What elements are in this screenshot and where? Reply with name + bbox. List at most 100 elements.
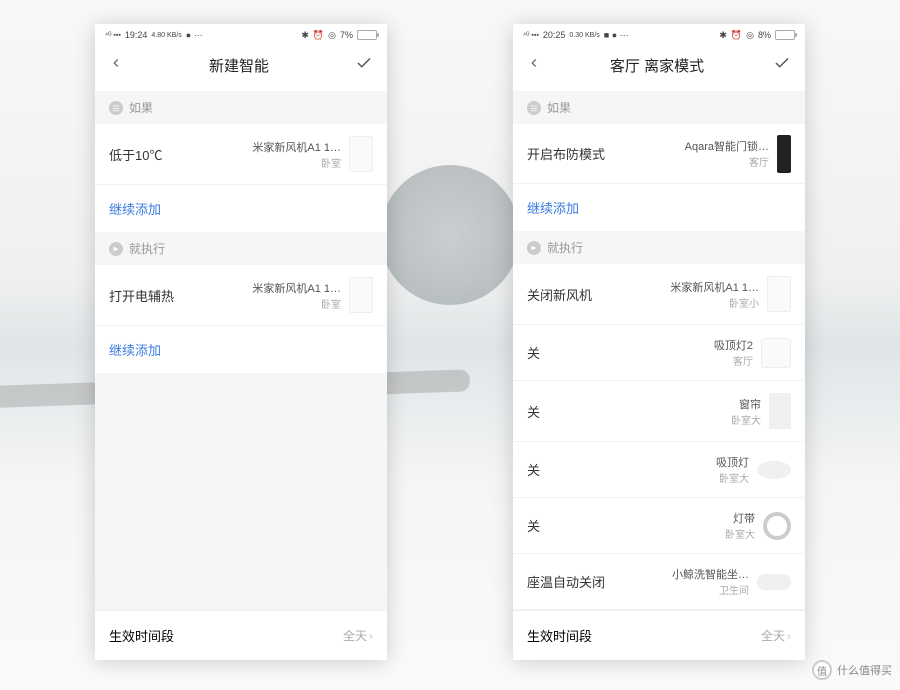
alarm-icon: ⏰ xyxy=(313,30,324,41)
action-room: 卧室大 xyxy=(731,412,761,427)
list-icon xyxy=(109,101,123,115)
phones-container: ⁴ᴳ ▪▪▪ 19:24 4.80 KB/s ● ⋯ ✱ ⏰ ◎ 7% 新建智能… xyxy=(0,0,900,690)
chevron-right-icon: › xyxy=(369,629,373,643)
battery-icon xyxy=(357,30,377,40)
bluetooth-icon: ✱ xyxy=(301,30,309,41)
header: 客厅 离家模式 xyxy=(513,44,805,91)
add-condition-link[interactable]: 继续添加 xyxy=(95,185,387,232)
section-if-label: 如果 xyxy=(547,99,571,116)
list-icon xyxy=(527,101,541,115)
status-app-icons: ■ ● ⋯ xyxy=(604,30,629,41)
action-room: 卧室小 xyxy=(729,295,759,310)
watermark-text: 什么值得买 xyxy=(837,662,892,678)
action-device: 吸顶灯2 xyxy=(714,337,753,353)
device-thumbnail xyxy=(757,461,791,479)
condition-text: 开启布防模式 xyxy=(527,144,605,163)
action-text: 关 xyxy=(527,402,540,421)
device-thumbnail xyxy=(761,338,791,368)
condition-device: 米家新风机A1 1… xyxy=(252,139,341,155)
bottom-label: 生效时间段 xyxy=(527,626,592,645)
page-title: 新建智能 xyxy=(209,55,269,76)
signal-icon: ⁴ᴳ ▪▪▪ xyxy=(105,32,121,39)
section-then-header: 就执行 xyxy=(513,231,805,264)
scroll-area[interactable]: 如果 开启布防模式 Aqara智能门锁… 客厅 继续添加 就执行 关闭新风机 xyxy=(513,91,805,610)
confirm-button[interactable] xyxy=(773,54,791,77)
action-row[interactable]: 关 窗帘 卧室大 xyxy=(513,381,805,442)
battery-icon xyxy=(775,30,795,40)
condition-text: 低于10℃ xyxy=(109,145,162,164)
watermark: 值 什么值得买 xyxy=(812,660,892,680)
action-row[interactable]: 关 吸顶灯 卧室大 xyxy=(513,442,805,498)
alarm-icon: ⏰ xyxy=(731,30,742,41)
action-room: 卧室大 xyxy=(725,526,755,541)
filler xyxy=(95,373,387,610)
action-device: 米家新风机A1 1… xyxy=(670,279,759,295)
status-speed: 0.30 KB/s xyxy=(569,32,599,39)
section-then-label: 就执行 xyxy=(547,239,583,256)
action-text: 关 xyxy=(527,516,540,535)
bottom-label: 生效时间段 xyxy=(109,626,174,645)
effective-time-row[interactable]: 生效时间段 全天› xyxy=(95,610,387,660)
section-if-header: 如果 xyxy=(513,91,805,124)
phone-left: ⁴ᴳ ▪▪▪ 19:24 4.80 KB/s ● ⋯ ✱ ⏰ ◎ 7% 新建智能… xyxy=(95,24,387,660)
action-text: 座温自动关闭 xyxy=(527,572,605,591)
status-time: 19:24 xyxy=(125,30,148,40)
action-text: 关 xyxy=(527,460,540,479)
condition-room: 卧室 xyxy=(321,155,341,170)
action-device: 小鲸洗智能坐… xyxy=(672,566,749,582)
chevron-right-icon: › xyxy=(787,629,791,643)
bottom-value: 全天 xyxy=(343,627,367,644)
device-thumbnail xyxy=(767,276,791,312)
action-device: 窗帘 xyxy=(739,396,761,412)
status-speed: 4.80 KB/s xyxy=(151,32,181,39)
action-row[interactable]: 打开电辅热 米家新风机A1 1… 卧室 xyxy=(95,265,387,326)
arrow-icon xyxy=(527,241,541,255)
phone-right: ⁴ᴳ ▪▪▪ 20:25 0.30 KB/s ■ ● ⋯ ✱ ⏰ ◎ 8% 客厅… xyxy=(513,24,805,660)
condition-row[interactable]: 低于10℃ 米家新风机A1 1… 卧室 xyxy=(95,124,387,185)
status-bar: ⁴ᴳ ▪▪▪ 20:25 0.30 KB/s ■ ● ⋯ ✱ ⏰ ◎ 8% xyxy=(513,24,805,44)
action-device: 吸顶灯 xyxy=(716,454,749,470)
section-then-label: 就执行 xyxy=(129,240,165,257)
signal-icon: ⁴ᴳ ▪▪▪ xyxy=(523,32,539,39)
status-app-icons: ● ⋯ xyxy=(186,30,203,41)
section-if-header: 如果 xyxy=(95,91,387,124)
bluetooth-icon: ✱ xyxy=(719,30,727,41)
action-device: 灯带 xyxy=(733,510,755,526)
action-text: 打开电辅热 xyxy=(109,286,174,305)
status-time: 20:25 xyxy=(543,30,566,40)
action-row[interactable]: 关 灯带 卧室大 xyxy=(513,498,805,554)
action-text: 关 xyxy=(527,343,540,362)
scroll-area[interactable]: 如果 低于10℃ 米家新风机A1 1… 卧室 继续添加 就执行 打开电辅热 xyxy=(95,91,387,610)
action-room: 卫生间 xyxy=(719,582,749,597)
action-row[interactable]: 关 吸顶灯2 客厅 xyxy=(513,325,805,381)
back-button[interactable] xyxy=(527,56,541,75)
add-condition-link[interactable]: 继续添加 xyxy=(513,184,805,231)
condition-row[interactable]: 开启布防模式 Aqara智能门锁… 客厅 xyxy=(513,124,805,184)
action-room: 卧室大 xyxy=(719,470,749,485)
add-action-link[interactable]: 继续添加 xyxy=(95,326,387,373)
back-button[interactable] xyxy=(109,56,123,75)
section-if-label: 如果 xyxy=(129,99,153,116)
condition-room: 客厅 xyxy=(749,154,769,169)
action-list: 关闭新风机 米家新风机A1 1… 卧室小 关 吸顶灯2 客厅 关 窗帘 卧室大 … xyxy=(513,264,805,610)
action-row[interactable]: 关闭新风机 米家新风机A1 1… 卧室小 xyxy=(513,264,805,325)
action-text: 关闭新风机 xyxy=(527,285,592,304)
bottom-value: 全天 xyxy=(761,627,785,644)
device-thumbnail xyxy=(349,136,373,172)
action-row[interactable]: 座温自动关闭 小鲸洗智能坐… 卫生间 xyxy=(513,554,805,610)
section-then-header: 就执行 xyxy=(95,232,387,265)
action-device: 米家新风机A1 1… xyxy=(252,280,341,296)
confirm-button[interactable] xyxy=(355,54,373,77)
device-thumbnail xyxy=(349,277,373,313)
watermark-badge: 值 xyxy=(812,660,832,680)
battery-percent: 8% xyxy=(758,30,771,40)
effective-time-row[interactable]: 生效时间段 全天› xyxy=(513,610,805,660)
device-thumbnail xyxy=(769,393,791,429)
device-thumbnail xyxy=(757,574,791,590)
arrow-icon xyxy=(109,242,123,256)
action-room: 客厅 xyxy=(733,353,753,368)
battery-percent: 7% xyxy=(340,30,353,40)
header: 新建智能 xyxy=(95,44,387,91)
wifi-icon: ◎ xyxy=(328,30,336,41)
device-thumbnail xyxy=(763,512,791,540)
